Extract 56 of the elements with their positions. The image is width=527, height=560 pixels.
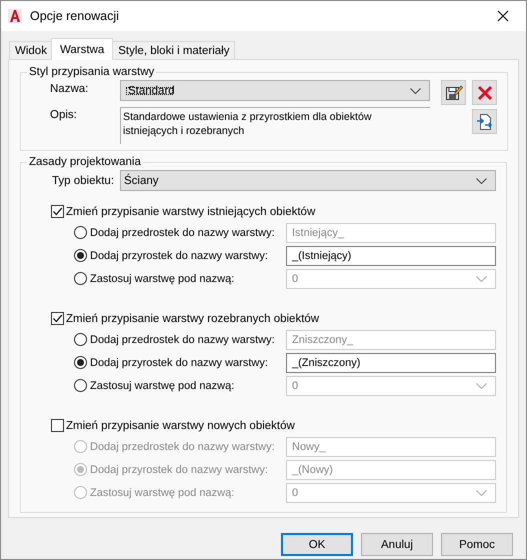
checkbox-label: Zmień przypisanie warstwy istniejących obiektów — [66, 206, 316, 218]
checkmark-icon — [52, 313, 63, 324]
chevron-down-icon — [476, 382, 487, 388]
import-style-button[interactable] — [472, 109, 497, 134]
radio-button[interactable] — [74, 356, 87, 369]
input-field[interactable]: _(Istniejący) — [286, 246, 496, 266]
dialog-button[interactable]: Pomoc — [441, 533, 513, 556]
object-type-label: Typ obiektu: — [52, 174, 114, 186]
checkbox-label: Zmień przypisanie warstwy nowych obiektów — [66, 420, 295, 432]
style-name-dropdown[interactable]: Standard — [120, 80, 430, 101]
tab[interactable]: Style, bloki i materiały — [112, 41, 236, 60]
checkbox[interactable] — [51, 205, 64, 218]
radio-button[interactable] — [74, 272, 87, 285]
group-title: Styl przypisania warstwy — [28, 66, 156, 78]
close-icon — [497, 10, 509, 22]
delete-icon — [476, 84, 492, 100]
input-field[interactable]: _(Zniszczony) — [286, 352, 496, 372]
checkbox[interactable] — [51, 419, 64, 432]
chevron-down-icon — [476, 276, 487, 282]
radio-label: Dodaj przyrostek do nazwy warstwy: — [90, 356, 268, 368]
radio-label: Dodaj przyrostek do nazwy warstwy: — [90, 250, 268, 262]
name-label: Nazwa: — [50, 82, 90, 97]
radio-label: Dodaj przyrostek do nazwy warstwy: — [90, 464, 268, 476]
radio-button[interactable] — [74, 379, 87, 392]
radio-button[interactable] — [74, 486, 87, 499]
radio-label: Zastosuj warstwę pod nazwą: — [90, 272, 234, 284]
app-logo-icon — [8, 9, 22, 23]
edit-style-button[interactable] — [441, 80, 466, 105]
floppy-pencil-icon — [444, 84, 462, 102]
radio-button[interactable] — [74, 463, 87, 476]
radio-label: Zastosuj warstwę pod nazwą: — [90, 380, 234, 392]
radio-button[interactable] — [74, 226, 87, 239]
chevron-down-icon — [476, 178, 487, 184]
radio-button[interactable] — [74, 333, 87, 346]
checkbox[interactable] — [51, 312, 64, 325]
checkmark-icon — [52, 206, 63, 217]
chevron-down-icon — [476, 490, 487, 496]
object-type-dropdown[interactable]: Ściany — [120, 170, 496, 191]
radio-button[interactable] — [74, 249, 87, 262]
window-title: Opcje renowacji — [30, 9, 119, 23]
dialog-button[interactable]: Anuluj — [361, 533, 433, 556]
document-arrows-icon — [476, 112, 494, 130]
delete-button[interactable] — [472, 80, 497, 105]
radio-label: Zastosuj warstwę pod nazwą: — [90, 486, 234, 498]
radio-label: Dodaj przedrostek do nazwy warstwy: — [90, 440, 275, 452]
tab[interactable]: Warstwa — [50, 38, 114, 60]
tab[interactable]: Widok — [9, 41, 53, 60]
description-label: Opis: — [50, 108, 78, 123]
checkbox-label: Zmień przypisanie warstwy rozebranych obiektów — [66, 312, 320, 324]
radio-button[interactable] — [74, 440, 87, 453]
radio-label: Dodaj przedrostek do nazwy warstwy: — [90, 226, 275, 238]
description-field[interactable]: Standardowe ustawienia z przyrostkiem dla obiektów istniejących i rozebranych — [120, 107, 430, 144]
dialog-button[interactable]: OK — [281, 533, 353, 556]
chevron-down-icon — [410, 88, 421, 94]
radio-label: Dodaj przedrostek do nazwy warstwy: — [90, 334, 275, 346]
group-title: Zasady projektowania — [28, 156, 142, 168]
